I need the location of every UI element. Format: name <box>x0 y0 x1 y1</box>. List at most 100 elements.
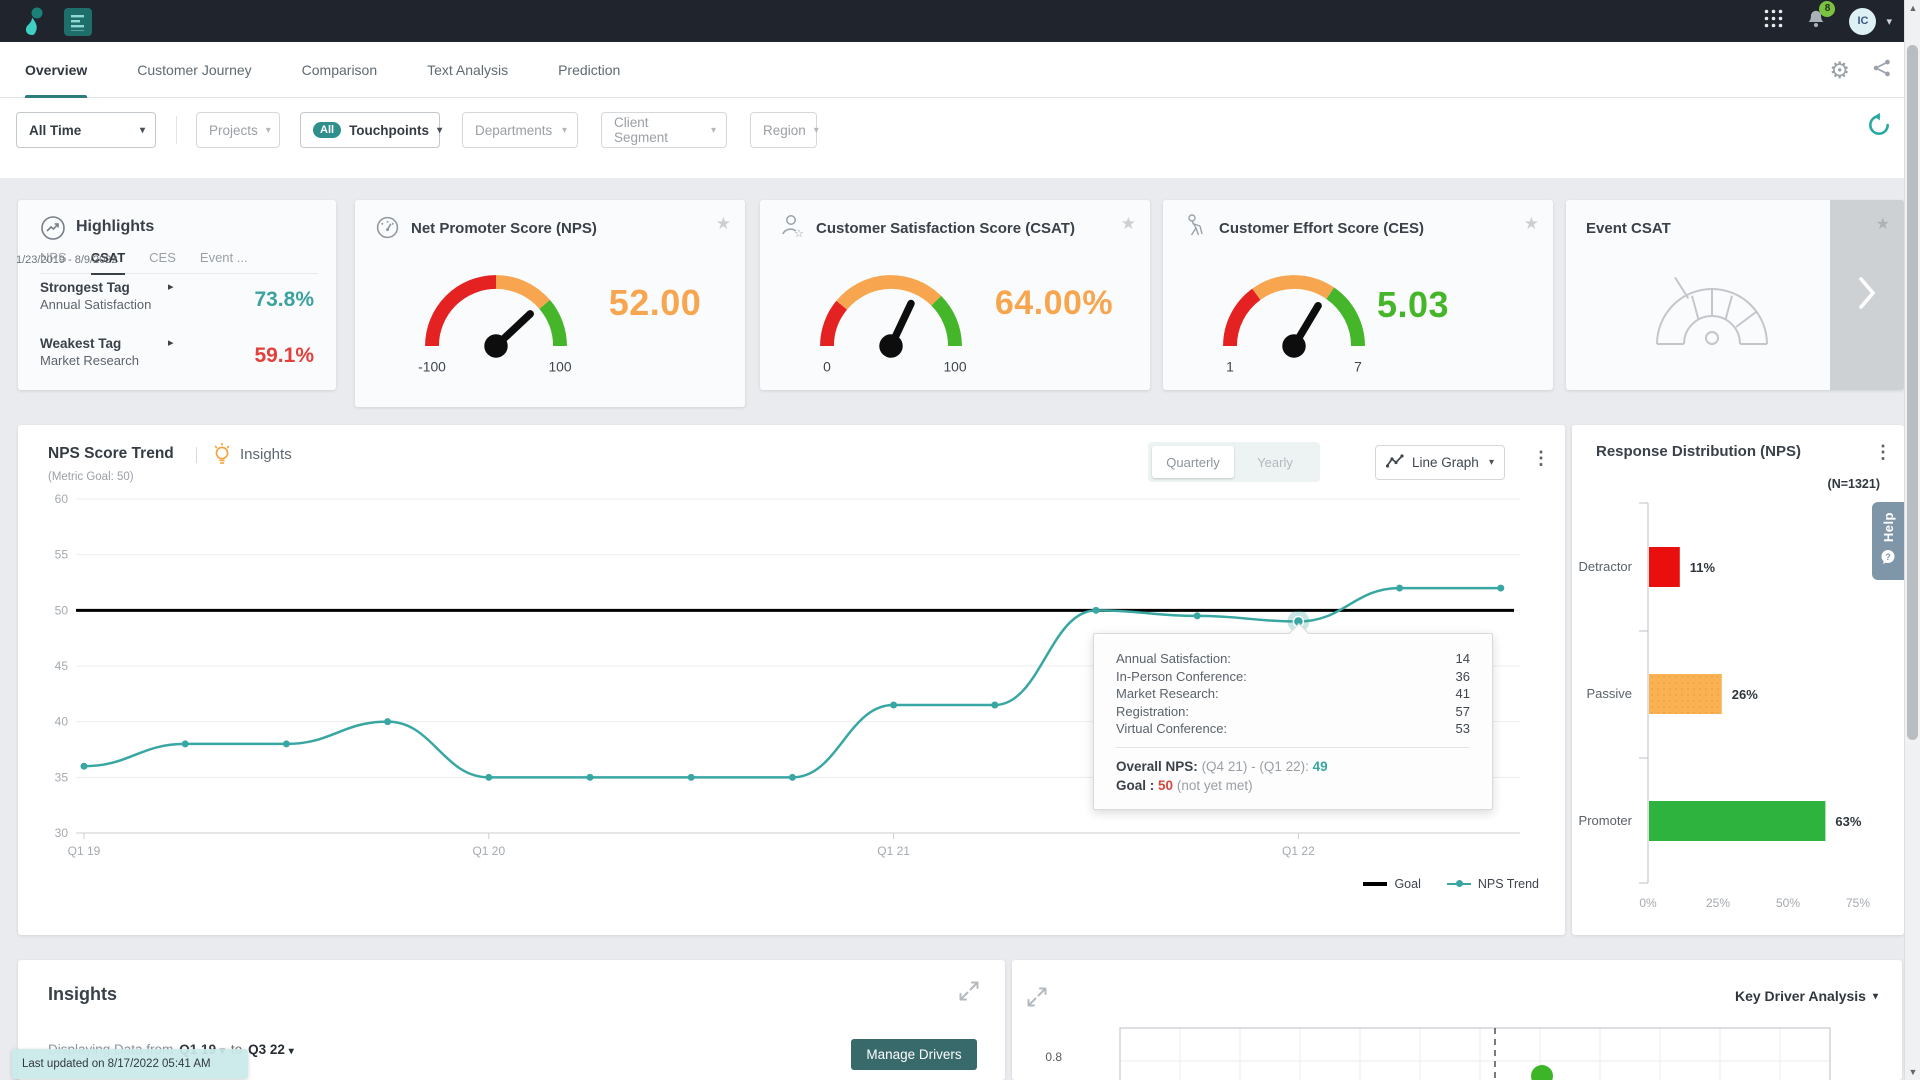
favorite-star-icon: ★ <box>1875 216 1890 233</box>
chevron-down-icon: ▾ <box>1488 457 1494 468</box>
carousel-overlay: ★ <box>1830 200 1904 390</box>
tab-text-analysis[interactable]: Text Analysis <box>427 42 508 98</box>
favorite-star-icon[interactable]: ★ <box>1121 214 1136 234</box>
chart-tooltip: Annual Satisfaction: 14 In-Person Confere… <box>1093 623 1493 810</box>
nav-tabs: Overview Customer Journey Comparison Tex… <box>25 42 620 98</box>
svg-text:63%: 63% <box>1835 814 1861 829</box>
insights-link[interactable]: Insights <box>240 446 292 463</box>
touchpoints-all-badge: All <box>313 122 342 138</box>
tooltip-row: Virtual Conference: 53 <box>1116 721 1470 736</box>
nps-value: 52.00 <box>608 282 702 323</box>
svg-text:26%: 26% <box>1732 687 1758 702</box>
tab-prediction[interactable]: Prediction <box>558 42 620 98</box>
help-question-icon: ? <box>1880 549 1896 570</box>
ces-value: 5.03 <box>1376 284 1450 325</box>
tooltip-row: In-Person Conference: 36 <box>1116 668 1470 684</box>
notifications-bell-icon[interactable]: 8 <box>1805 0 1836 36</box>
strongest-tag-label: Strongest Tag <box>40 280 130 295</box>
chevron-right-icon[interactable]: ▸ <box>168 280 174 293</box>
person-star-icon: ☆ <box>780 213 806 246</box>
touchpoints-dropdown[interactable]: All Touchpoints ▾ <box>300 112 443 148</box>
settings-gear-icon[interactable]: ⚙ <box>1829 58 1850 82</box>
highlights-tab-event[interactable]: Event ... <box>200 250 248 265</box>
date-range-label: 1/23/2019 - 8/9/2022 <box>16 254 118 266</box>
legend-nps-trend: NPS Trend <box>1446 877 1539 891</box>
svg-text:100: 100 <box>943 359 966 375</box>
chevron-down-icon: ▾ <box>288 1046 294 1057</box>
event-csat-card[interactable]: Event CSAT ★ <box>1566 200 1904 390</box>
scrollbar-thumb[interactable] <box>1907 45 1918 740</box>
brand-logo-icon[interactable] <box>18 4 50 43</box>
carousel-next-icon[interactable] <box>1859 276 1876 314</box>
sample-size-label: (N=1321) <box>1827 477 1880 491</box>
chevron-right-icon[interactable]: ▸ <box>168 336 174 349</box>
response-distribution-chart[interactable]: Detractor 11% Passive 26% Promoter 63% 0% 25% 50… <box>1572 495 1904 925</box>
svg-text:30: 30 <box>55 826 69 840</box>
svg-text:Passive: Passive <box>1586 686 1632 701</box>
person-effort-icon <box>1183 213 1209 246</box>
svg-text:?: ? <box>1885 551 1891 561</box>
nps-gauge-card[interactable]: Net Promoter Score (NPS) ★ -100 100 52.00 <box>355 200 745 407</box>
svg-text:55: 55 <box>55 548 69 562</box>
toggle-yearly[interactable]: Yearly <box>1234 446 1316 478</box>
legend-goal: Goal <box>1363 877 1421 891</box>
tab-customer-journey[interactable]: Customer Journey <box>137 42 251 98</box>
tooltip-row: Annual Satisfaction: 14 <box>1116 651 1470 666</box>
tab-comparison[interactable]: Comparison <box>302 42 377 98</box>
avatar-chevron-down-icon[interactable]: ▾ <box>1886 15 1892 28</box>
tab-overview[interactable]: Overview <box>25 42 88 98</box>
to-quarter-dropdown[interactable]: Q3 22 ▾ <box>248 1042 294 1057</box>
app-switcher-logo-icon[interactable] <box>64 8 92 41</box>
manage-drivers-button[interactable]: Manage Drivers <box>851 1039 977 1070</box>
chevron-down-icon: ▾ <box>561 124 567 136</box>
gauge-placeholder-icon <box>1644 256 1780 357</box>
refresh-icon[interactable] <box>1866 112 1892 143</box>
projects-dropdown[interactable]: Projects ▾ <box>196 112 280 148</box>
key-driver-chart[interactable] <box>1012 960 1902 1080</box>
avatar[interactable]: IC <box>1849 7 1877 35</box>
highlights-card: Highlights NPS CSAT CES Event ... Strong… <box>18 200 336 390</box>
svg-text:25%: 25% <box>1706 896 1730 910</box>
weakest-score: 59.1% <box>254 344 314 367</box>
favorite-star-icon[interactable]: ★ <box>1524 214 1539 234</box>
expand-icon[interactable] <box>958 980 980 1007</box>
time-range-dropdown[interactable]: All Time ▾ <box>16 112 156 148</box>
highlights-tab-ces[interactable]: CES <box>149 250 176 265</box>
csat-gauge-card[interactable]: ☆ Customer Satisfaction Score (CSAT) ★ 0… <box>760 200 1150 390</box>
nps-gauge: -100 100 <box>400 252 592 381</box>
response-distribution-panel: Response Distribution (NPS) ⋮ (N=1321) D… <box>1572 425 1904 935</box>
svg-text:-100: -100 <box>418 359 446 375</box>
top-navbar: 8 IC ▾ <box>0 0 1920 42</box>
highlights-title: Highlights <box>76 218 155 235</box>
departments-dropdown[interactable]: Departments ▾ <box>462 112 578 148</box>
nps-card-title: Net Promoter Score (NPS) <box>411 220 597 237</box>
svg-text:Q1 20: Q1 20 <box>472 844 505 858</box>
tooltip-row: Registration: 57 <box>1116 703 1470 719</box>
vertical-scrollbar[interactable]: ▲ ▼ <box>1904 0 1920 1080</box>
ces-gauge-card[interactable]: Customer Effort Score (CES) ★ 1 7 5.03 <box>1163 200 1553 390</box>
filter-bar: All Time ▾ Projects ▾ All Touchpoints ▾ De… <box>0 98 1920 266</box>
trend-menu-kebab-icon[interactable]: ⋮ <box>1532 449 1550 467</box>
toggle-quarterly[interactable]: Quarterly <box>1152 446 1234 478</box>
share-icon[interactable] <box>1872 57 1892 84</box>
filter-divider <box>176 116 177 144</box>
svg-text:Detractor: Detractor <box>1579 559 1633 574</box>
svg-text:☆: ☆ <box>794 227 804 240</box>
svg-text:Q1 21: Q1 21 <box>877 844 910 858</box>
csat-card-title: Customer Satisfaction Score (CSAT) <box>816 220 1075 237</box>
trend-line-swatch <box>1446 880 1471 887</box>
scroll-down-icon[interactable]: ▼ <box>1905 1067 1920 1077</box>
distribution-menu-kebab-icon[interactable]: ⋮ <box>1874 443 1892 461</box>
apps-grid-icon[interactable] <box>1764 9 1783 33</box>
key-driver-panel: Key Driver Analysis ▾ 0.8 <box>1012 960 1902 1080</box>
region-dropdown[interactable]: Region ▾ <box>750 112 819 148</box>
notification-badge: 8 <box>1819 0 1836 17</box>
favorite-star-icon[interactable]: ★ <box>716 214 731 234</box>
chart-type-dropdown[interactable]: Line Graph ▾ <box>1375 445 1505 480</box>
tooltip-divider <box>1116 746 1470 748</box>
scroll-up-icon[interactable]: ▲ <box>1905 3 1920 13</box>
chevron-down-icon: ▾ <box>437 124 443 136</box>
weakest-tag-value: Market Research <box>40 353 139 368</box>
help-tab[interactable]: Help ? <box>1872 502 1904 580</box>
client-segment-dropdown[interactable]: Client Segment ▾ <box>601 112 727 148</box>
